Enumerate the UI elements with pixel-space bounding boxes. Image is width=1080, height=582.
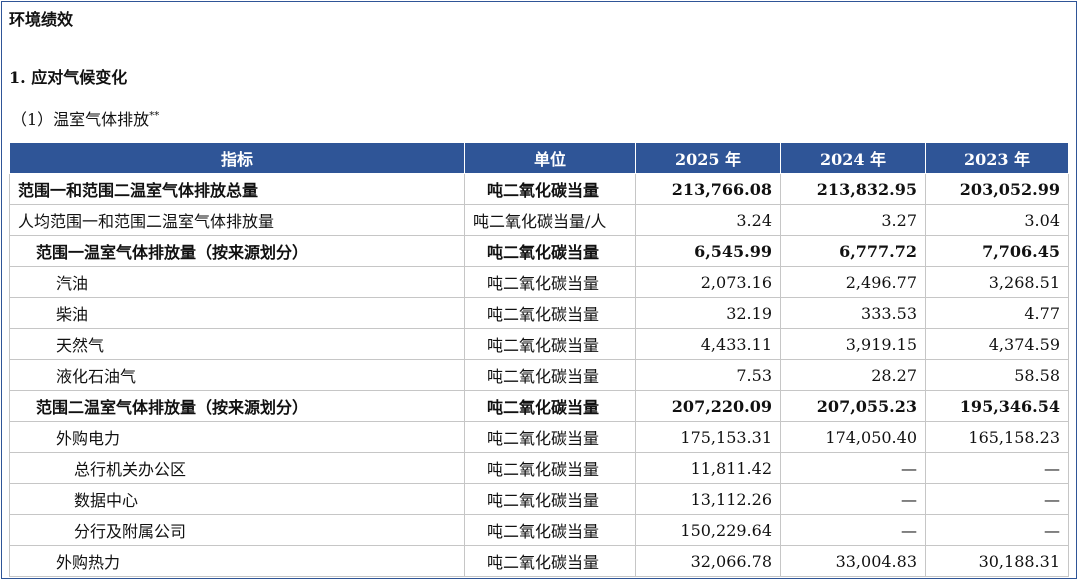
row-unit: 吨二氧化碳当量 (464, 483, 636, 515)
row-label: 数据中心 (9, 483, 465, 515)
value-2023: 3.04 (925, 204, 1069, 236)
row-label: 外购电力 (9, 421, 465, 453)
header-unit: 单位 (464, 142, 636, 174)
row-unit: 吨二氧化碳当量 (464, 390, 636, 422)
value-2025: 11,811.42 (635, 452, 781, 484)
value-2025: 213,766.08 (635, 173, 781, 205)
row-label: 人均范围一和范围二温室气体排放量 (9, 204, 465, 236)
table-row: 分行及附属公司 吨二氧化碳当量 150,229.64 — — (9, 514, 1069, 546)
row-unit: 吨二氧化碳当量 (464, 297, 636, 329)
row-unit: 吨二氧化碳当量 (464, 359, 636, 391)
value-2025: 13,112.26 (635, 483, 781, 515)
table-row: 汽油 吨二氧化碳当量 2,073.16 2,496.77 3,268.51 (9, 266, 1069, 298)
value-2024: 28.27 (780, 359, 926, 391)
value-2025: 6,545.99 (635, 235, 781, 267)
value-2024: 174,050.40 (780, 421, 926, 453)
row-label: 总行机关办公区 (9, 452, 465, 484)
value-2023: — (925, 514, 1069, 546)
row-unit: 吨二氧化碳当量 (464, 235, 636, 267)
table-row: 液化石油气 吨二氧化碳当量 7.53 28.27 58.58 (9, 359, 1069, 391)
table-row: 人均范围一和范围二温室气体排放量 吨二氧化碳当量/人 3.24 3.27 3.0… (9, 204, 1069, 236)
row-unit: 吨二氧化碳当量 (464, 545, 636, 577)
value-2025: 2,073.16 (635, 266, 781, 298)
table-row: 外购电力 吨二氧化碳当量 175,153.31 174,050.40 165,1… (9, 421, 1069, 453)
row-label: 外购热力 (9, 545, 465, 577)
value-2025: 7.53 (635, 359, 781, 391)
value-2023: 165,158.23 (925, 421, 1069, 453)
value-2025: 150,229.64 (635, 514, 781, 546)
footnote-mark: ** (149, 110, 160, 122)
row-label: 范围二温室气体排放量（按来源划分） (9, 390, 465, 422)
value-2025: 32.19 (635, 297, 781, 329)
value-2023: 4.77 (925, 297, 1069, 329)
value-2024: — (780, 452, 926, 484)
value-2024: 207,055.23 (780, 390, 926, 422)
header-2023: 2023 年 (925, 142, 1069, 174)
row-unit: 吨二氧化碳当量/人 (464, 204, 636, 236)
value-2024: 3.27 (780, 204, 926, 236)
table-header-row: 指标 单位 2025 年 2024 年 2023 年 (9, 142, 1069, 174)
value-2023: 3,268.51 (925, 266, 1069, 298)
value-2025: 3.24 (635, 204, 781, 236)
value-2024: 213,832.95 (780, 173, 926, 205)
table-row: 范围一和范围二温室气体排放总量 吨二氧化碳当量 213,766.08 213,8… (9, 173, 1069, 205)
table-row: 数据中心 吨二氧化碳当量 13,112.26 — — (9, 483, 1069, 515)
value-2023: — (925, 452, 1069, 484)
value-2023: 7,706.45 (925, 235, 1069, 267)
row-label: 范围一温室气体排放量（按来源划分） (9, 235, 465, 267)
row-label: 汽油 (9, 266, 465, 298)
value-2024: 3,919.15 (780, 328, 926, 360)
table-row: 范围一温室气体排放量（按来源划分） 吨二氧化碳当量 6,545.99 6,777… (9, 235, 1069, 267)
table-row: 外购热力 吨二氧化碳当量 32,066.78 33,004.83 30,188.… (9, 545, 1069, 577)
value-2023: 58.58 (925, 359, 1069, 391)
header-2024: 2024 年 (780, 142, 926, 174)
row-label: 分行及附属公司 (9, 514, 465, 546)
table-row: 天然气 吨二氧化碳当量 4,433.11 3,919.15 4,374.59 (9, 328, 1069, 360)
value-2024: 333.53 (780, 297, 926, 329)
row-label: 柴油 (9, 297, 465, 329)
section-title: 环境绩效 (9, 10, 74, 29)
subsubsection-text: （1）温室气体排放 (11, 110, 150, 129)
value-2025: 207,220.09 (635, 390, 781, 422)
row-unit: 吨二氧化碳当量 (464, 173, 636, 205)
value-2025: 175,153.31 (635, 421, 781, 453)
value-2025: 32,066.78 (635, 545, 781, 577)
value-2024: 2,496.77 (780, 266, 926, 298)
value-2023: — (925, 483, 1069, 515)
value-2024: 6,777.72 (780, 235, 926, 267)
row-unit: 吨二氧化碳当量 (464, 421, 636, 453)
value-2023: 203,052.99 (925, 173, 1069, 205)
row-unit: 吨二氧化碳当量 (464, 514, 636, 546)
table-row: 总行机关办公区 吨二氧化碳当量 11,811.42 — — (9, 452, 1069, 484)
row-unit: 吨二氧化碳当量 (464, 452, 636, 484)
table-row: 柴油 吨二氧化碳当量 32.19 333.53 4.77 (9, 297, 1069, 329)
subsection-title: 1. 应对气候变化 (9, 68, 128, 87)
row-label: 液化石油气 (9, 359, 465, 391)
header-2025: 2025 年 (635, 142, 781, 174)
row-label: 天然气 (9, 328, 465, 360)
emissions-table: 指标 单位 2025 年 2024 年 2023 年 范围一和范围二温室气体排放… (9, 142, 1069, 577)
value-2023: 195,346.54 (925, 390, 1069, 422)
header-indicator: 指标 (9, 142, 465, 174)
row-unit: 吨二氧化碳当量 (464, 328, 636, 360)
row-unit: 吨二氧化碳当量 (464, 266, 636, 298)
subsubsection-title: （1）温室气体排放** (11, 106, 159, 130)
table-row: 范围二温室气体排放量（按来源划分） 吨二氧化碳当量 207,220.09 207… (9, 390, 1069, 422)
value-2023: 30,188.31 (925, 545, 1069, 577)
value-2025: 4,433.11 (635, 328, 781, 360)
value-2023: 4,374.59 (925, 328, 1069, 360)
page-frame: 环境绩效 1. 应对气候变化 （1）温室气体排放** 指标 单位 2025 年 … (1, 1, 1077, 579)
row-label: 范围一和范围二温室气体排放总量 (9, 173, 465, 205)
value-2024: — (780, 483, 926, 515)
value-2024: 33,004.83 (780, 545, 926, 577)
value-2024: — (780, 514, 926, 546)
